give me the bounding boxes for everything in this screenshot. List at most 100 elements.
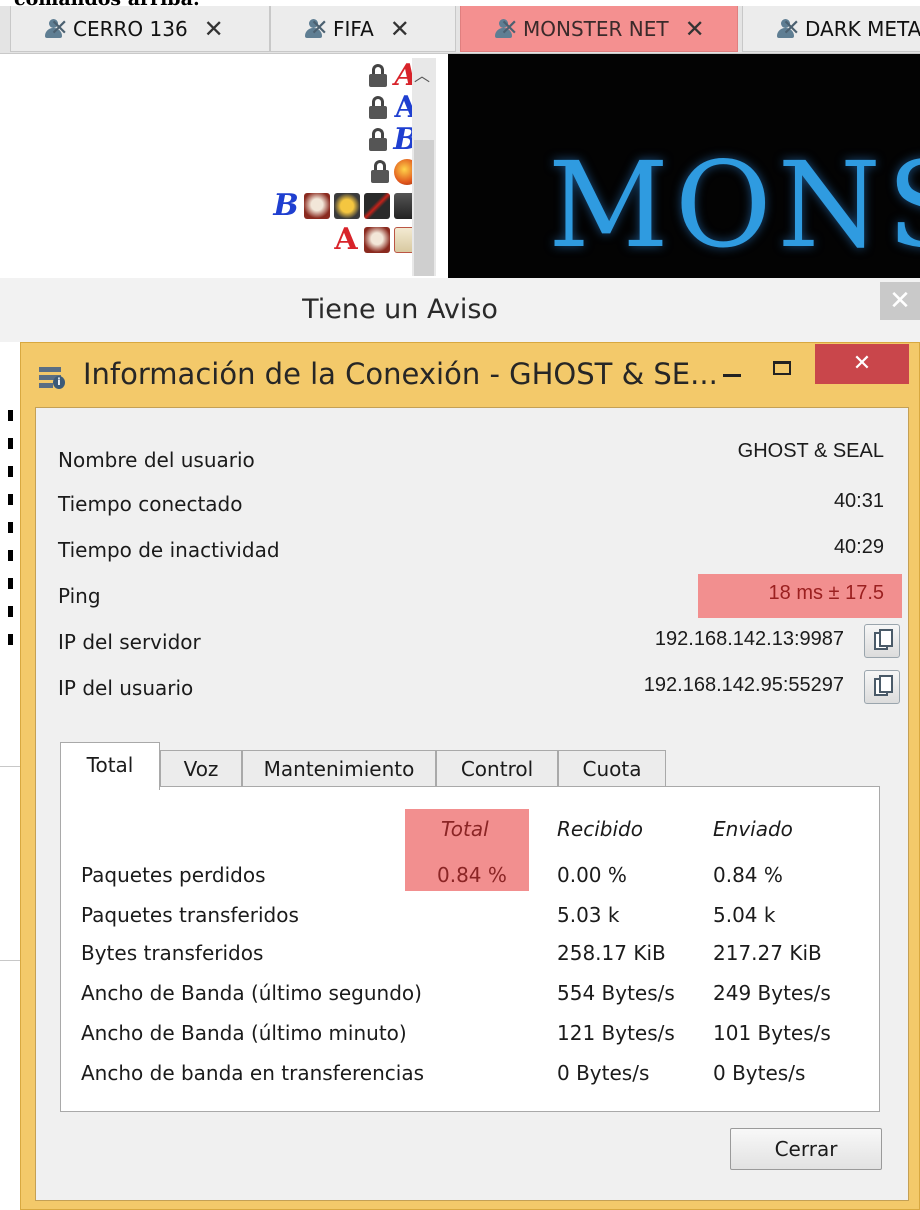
stat-enviado: 0.84 % [713, 863, 783, 887]
stat-recibido: 0.00 % [557, 863, 627, 887]
ping-value: 18 ms ± 17.5 [768, 582, 884, 604]
icon-row: B [272, 188, 420, 223]
tab-label: MONSTER NET [523, 16, 669, 41]
info-row-ping: Ping 18 ms ± 17.5 [36, 578, 910, 614]
stat-total: 0.84 % [437, 863, 507, 887]
info-label: Nombre del usuario [58, 448, 255, 472]
dialog-close-button[interactable]: ✕ [815, 344, 909, 384]
minimize-button[interactable] [721, 355, 745, 385]
stat-enviado: 0 Bytes/s [713, 1061, 806, 1085]
close-dialog-button[interactable]: Cerrar [730, 1128, 882, 1170]
server-banner: MONS [448, 54, 920, 278]
tab-total[interactable]: Total [60, 742, 160, 790]
stat-row-bandwidth-second: Ancho de Banda (último segundo) 554 Byte… [61, 975, 881, 1013]
info-label: Ping [58, 584, 101, 608]
server-icon-grid: A A B B A [180, 58, 420, 278]
admin-a-red-icon: A [334, 222, 358, 257]
column-header-enviado: Enviado [713, 817, 793, 841]
tab-control[interactable]: Control [436, 750, 558, 788]
tab-close-icon[interactable]: ✕ [390, 15, 410, 43]
skull-icon [364, 227, 390, 253]
stat-recibido: 5.03 k [557, 903, 620, 927]
notice-bar: Tiene un Aviso ✕ [0, 278, 920, 342]
stat-row-bandwidth-transfers: Ancho de banda en transferencias 0 Bytes… [61, 1055, 881, 1093]
tab-label: DARK META [805, 16, 920, 41]
stat-recibido: 258.17 KiB [557, 941, 666, 965]
tab-mantenimiento[interactable]: Mantenimiento [242, 750, 436, 788]
user-disconnected-icon: ✕ [773, 17, 800, 40]
tab-fifa[interactable]: ✕ FIFA ✕ [270, 6, 456, 52]
channel-tab-strip: ✕ CERRO 136 ✕ ✕ FIFA ✕ ✕ MONSTER NET ✕ ✕… [0, 6, 920, 54]
info-value: GHOST & SEAL [737, 440, 884, 462]
stat-recibido: 0 Bytes/s [557, 1061, 650, 1085]
info-row-user-ip: IP del usuario 192.168.142.95:55297 [36, 670, 910, 706]
stat-label: Ancho de Banda (último minuto) [81, 1021, 407, 1045]
stats-panel: Total Recibido Enviado Paquetes perdidos… [60, 786, 880, 1112]
notice-close-button[interactable]: ✕ [880, 282, 920, 320]
info-row-username: Nombre del usuario GHOST & SEAL [36, 436, 910, 472]
info-value: 192.168.142.13:9987 [654, 628, 844, 650]
scroll-up-arrow-icon[interactable]: ︿ [414, 62, 430, 86]
user-disconnected-icon: ✕ [301, 17, 328, 40]
lock-icon [368, 128, 388, 152]
dialog-body: Nombre del usuario GHOST & SEAL Tiempo c… [35, 407, 909, 1201]
lock-icon [368, 64, 388, 88]
info-value: 40:31 [833, 490, 884, 512]
info-label: IP del servidor [58, 630, 201, 654]
tab-label: CERRO 136 [73, 16, 188, 41]
copy-user-ip-button[interactable] [864, 670, 900, 704]
tab-monster-net[interactable]: ✕ MONSTER NET ✕ [460, 6, 738, 52]
lock-icon [368, 96, 388, 120]
stat-label: Ancho de Banda (último segundo) [81, 981, 422, 1005]
info-row-connected-time: Tiempo conectado 40:31 [36, 486, 910, 522]
info-row-idle-time: Tiempo de inactividad 40:29 [36, 532, 910, 568]
maximize-button[interactable] [773, 361, 791, 375]
tab-close-icon[interactable]: ✕ [685, 15, 705, 43]
info-label: Tiempo conectado [58, 492, 243, 516]
column-header-recibido: Recibido [557, 817, 643, 841]
skull-icon [304, 193, 330, 219]
copy-server-ip-button[interactable] [864, 624, 900, 658]
user-disconnected-icon: ✕ [41, 17, 68, 40]
dialog-title: Información de la Conexión - GHOST & SE.… [83, 357, 718, 391]
stat-label: Paquetes perdidos [81, 863, 266, 887]
notice-title: Tiene un Aviso [302, 294, 498, 325]
info-value: 40:29 [833, 536, 884, 558]
stat-recibido: 554 Bytes/s [557, 981, 675, 1005]
tab-dark-meta[interactable]: ✕ DARK META [742, 6, 920, 52]
banner-text: MONS [548, 136, 920, 274]
lock-icon [370, 160, 390, 184]
stat-enviado: 217.27 KiB [713, 941, 822, 965]
stat-label: Bytes transferidos [81, 941, 264, 965]
info-label: IP del usuario [58, 676, 194, 700]
b-blue-icon: B [273, 188, 299, 223]
icon-row: A [332, 222, 420, 257]
background-dots [8, 410, 14, 670]
stat-row-bandwidth-minute: Ancho de Banda (último minuto) 121 Bytes… [61, 1015, 881, 1053]
tab-cerro-136[interactable]: ✕ CERRO 136 ✕ [10, 6, 270, 52]
tab-cuota[interactable]: Cuota [558, 750, 666, 788]
tab-voz[interactable]: Voz [160, 750, 242, 788]
stat-label: Ancho de banda en transferencias [81, 1061, 425, 1085]
info-row-server-ip: IP del servidor 192.168.142.13:9987 [36, 624, 910, 660]
tab-close-icon[interactable]: ✕ [204, 15, 224, 43]
dota-icon [364, 193, 390, 219]
info-label: Tiempo de inactividad [58, 538, 280, 562]
stat-label: Paquetes transferidos [81, 903, 299, 927]
connection-info-icon: i [39, 367, 65, 389]
info-value: 192.168.142.95:55297 [643, 674, 844, 696]
scrollbar-thumb[interactable] [414, 140, 434, 276]
tab-label: FIFA [333, 16, 374, 41]
stat-enviado: 5.04 k [713, 903, 776, 927]
stat-enviado: 101 Bytes/s [713, 1021, 831, 1045]
connection-info-dialog: i Información de la Conexión - GHOST & S… [20, 342, 920, 1210]
user-disconnected-icon: ✕ [491, 17, 518, 40]
dialog-titlebar[interactable]: i Información de la Conexión - GHOST & S… [21, 343, 919, 405]
stat-recibido: 121 Bytes/s [557, 1021, 675, 1045]
stat-row-packets-lost: Paquetes perdidos 0.84 % 0.00 % 0.84 % [61, 857, 881, 895]
column-header-total: Total [441, 817, 489, 841]
warcraft-icon [334, 193, 360, 219]
stat-enviado: 249 Bytes/s [713, 981, 831, 1005]
stat-row-bytes-transferred: Bytes transferidos 258.17 KiB 217.27 KiB [61, 935, 881, 973]
stat-row-packets-transferred: Paquetes transferidos 5.03 k 5.04 k [61, 897, 881, 935]
